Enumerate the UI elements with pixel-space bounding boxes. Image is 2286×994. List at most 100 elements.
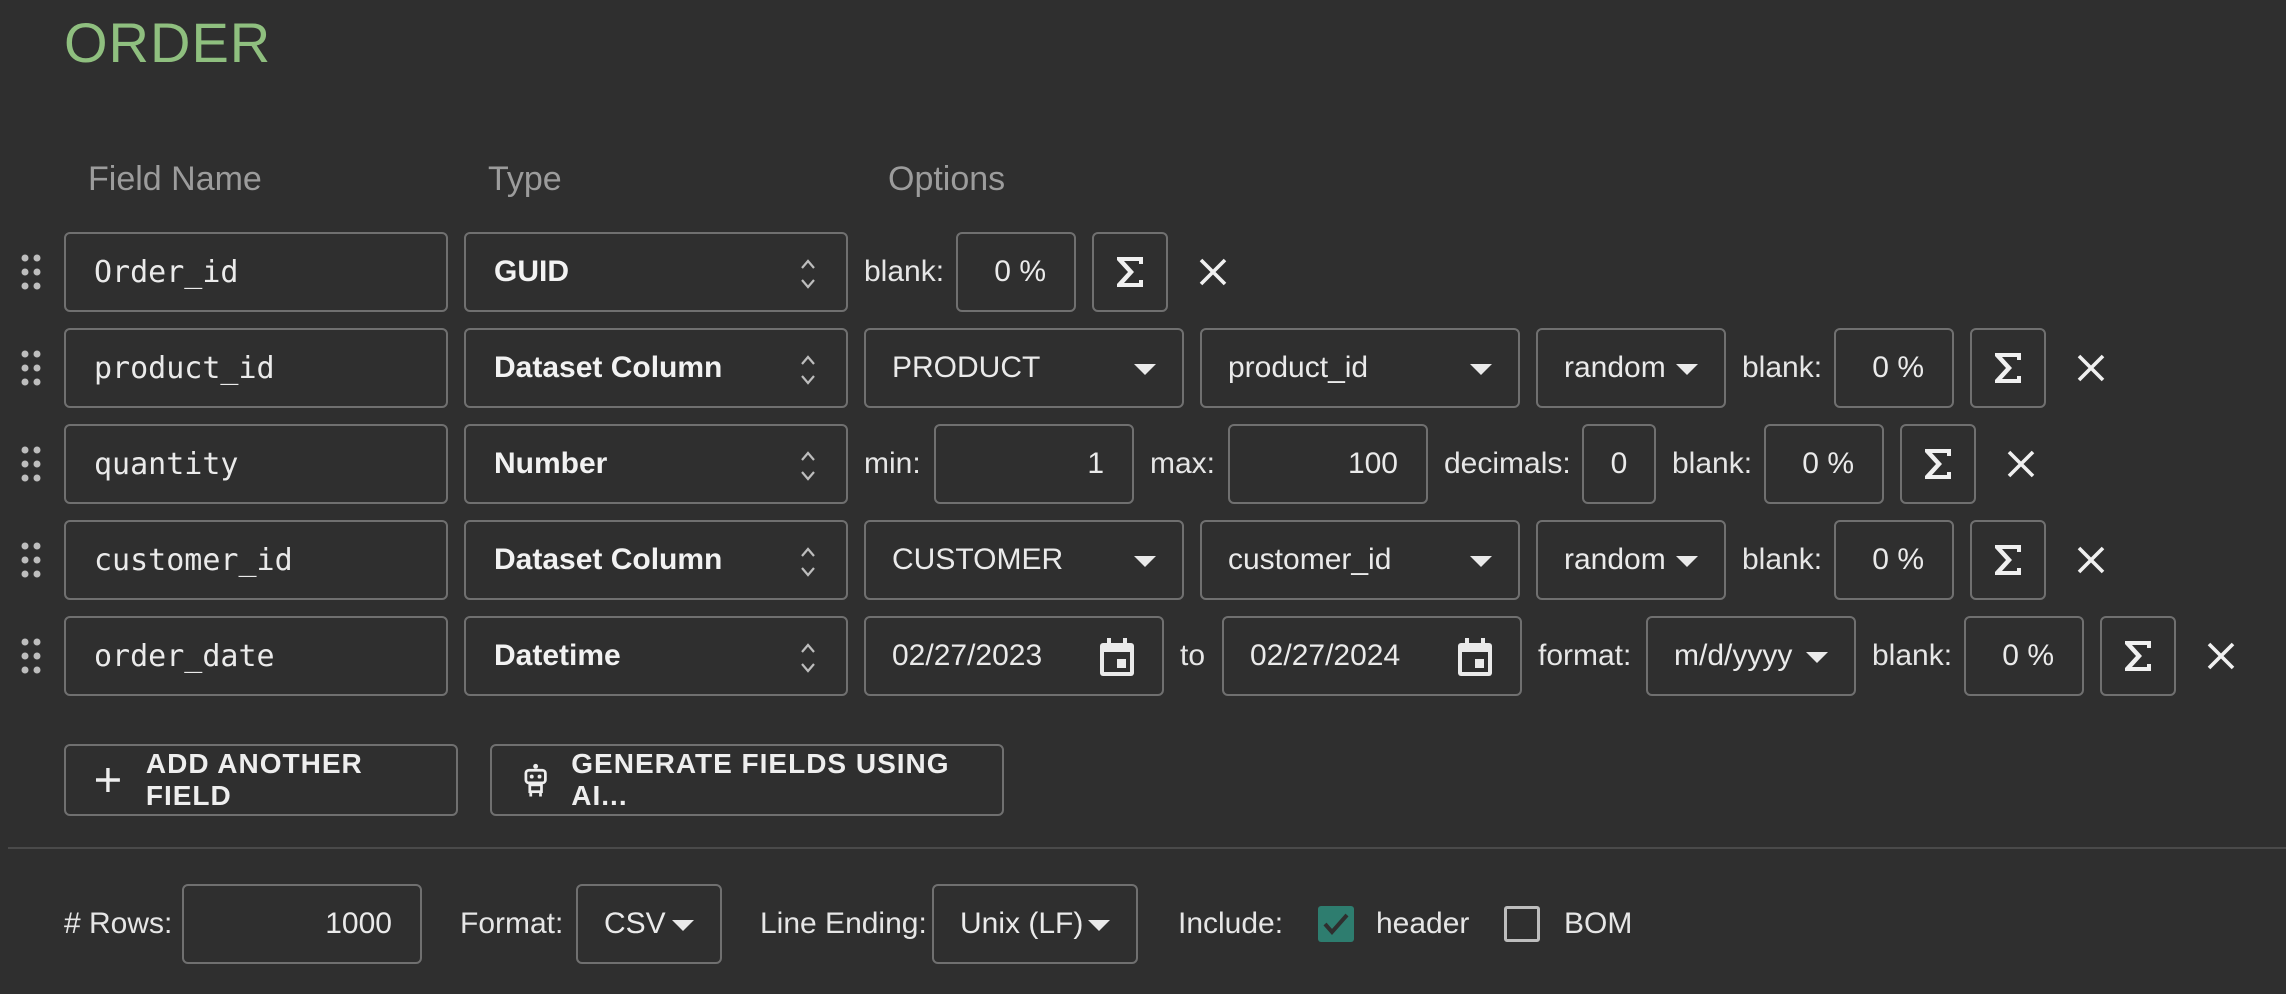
drag-handle-icon[interactable] [18,540,44,580]
max-label: max: [1150,447,1216,480]
remove-field-button[interactable] [2196,631,2246,681]
field-name-value: order_date [94,638,275,674]
caret-down-icon [672,920,694,931]
blank-value: 0 % [2002,639,2054,672]
plus-icon [95,768,120,792]
date-from-input[interactable]: 02/27/2023 [864,616,1164,696]
blank-input[interactable]: 0 % [1834,328,1954,408]
blank-label: blank: [1672,447,1753,480]
rows-value: 1000 [325,907,392,940]
format-select[interactable]: CSV [576,884,722,964]
type-value: Dataset Column [494,351,723,384]
field-name-input[interactable]: product_id [64,328,448,408]
blank-label: blank: [1742,351,1823,384]
page-title: ORDER [64,11,272,74]
type-select[interactable]: Datetime [464,616,848,696]
rows-label: # Rows: [64,907,173,940]
field-name-input[interactable]: order_date [64,616,448,696]
column-select[interactable]: product_id [1200,328,1520,408]
bom-checkbox[interactable] [1504,906,1540,942]
format-label: Format: [460,907,564,940]
sigma-button[interactable] [1970,520,2046,600]
remove-field-button[interactable] [2066,535,2116,585]
remove-field-button[interactable] [1188,247,1238,297]
type-value: Datetime [494,639,621,672]
sigma-button[interactable] [1900,424,1976,504]
drag-handle-icon[interactable] [18,348,44,388]
decimals-value: 0 [1610,447,1628,480]
close-icon [2077,354,2105,382]
close-icon [2007,450,2035,478]
header-checkbox[interactable] [1318,906,1354,942]
caret-down-icon [1470,364,1492,375]
blank-input[interactable]: 0 % [1964,616,2084,696]
max-input[interactable]: 100 [1228,424,1428,504]
sigma-button[interactable] [1092,232,1168,312]
field-name-input[interactable]: customer_id [64,520,448,600]
date-format-select[interactable]: m/d/yyyy [1646,616,1856,696]
line-ending-select[interactable]: Unix (LF) [932,884,1138,964]
dataset-select[interactable]: PRODUCT [864,328,1184,408]
close-icon [2207,642,2235,670]
max-value: 100 [1347,447,1398,480]
drag-handle-icon[interactable] [18,252,44,292]
dataset-select[interactable]: CUSTOMER [864,520,1184,600]
remove-field-button[interactable] [2066,343,2116,393]
mode-select[interactable]: random [1536,328,1726,408]
min-value: 1 [1087,447,1104,480]
mode-value: random [1564,543,1666,576]
bom-checkbox-label: BOM [1564,907,1633,940]
robot-icon [524,763,547,797]
blank-input[interactable]: 0 % [956,232,1076,312]
column-value: product_id [1228,351,1369,384]
type-select[interactable]: Dataset Column [464,520,848,600]
rows-input[interactable]: 1000 [182,884,422,964]
drag-handle-icon[interactable] [18,636,44,676]
updown-icon [801,355,815,385]
caret-down-icon [1134,364,1156,375]
field-name-input[interactable]: quantity [64,424,448,504]
type-value: GUID [494,255,569,288]
type-select[interactable]: Number [464,424,848,504]
sigma-icon [1995,353,2021,383]
blank-value: 0 % [1872,543,1924,576]
field-name-value: quantity [94,446,239,482]
header-checkbox-label: header [1376,907,1470,940]
type-value: Dataset Column [494,543,723,576]
type-select[interactable]: GUID [464,232,848,312]
calendar-icon[interactable] [1098,636,1136,678]
add-field-label: ADD ANOTHER FIELD [145,748,363,811]
blank-input[interactable]: 0 % [1764,424,1884,504]
decimals-input[interactable]: 0 [1582,424,1656,504]
blank-label: blank: [1872,639,1953,672]
close-icon [2077,546,2105,574]
blank-label: blank: [1742,543,1823,576]
caret-down-icon [1676,364,1698,375]
header-type: Type [488,160,562,198]
sigma-button[interactable] [2100,616,2176,696]
blank-input[interactable]: 0 % [1834,520,1954,600]
generate-ai-label: GENERATE FIELDS USING AI... [571,748,950,811]
date-to-input[interactable]: 02/27/2024 [1222,616,1522,696]
min-input[interactable]: 1 [934,424,1134,504]
check-icon [1323,913,1349,936]
sigma-icon [2125,641,2151,671]
generate-ai-button[interactable]: GENERATE FIELDS USING AI... [490,744,1004,816]
column-value: customer_id [1228,543,1392,576]
column-select[interactable]: customer_id [1200,520,1520,600]
drag-handle-icon[interactable] [18,444,44,484]
sigma-button[interactable] [1970,328,2046,408]
type-select[interactable]: Dataset Column [464,328,848,408]
mode-select[interactable]: random [1536,520,1726,600]
updown-icon [801,259,815,289]
add-field-button[interactable]: ADD ANOTHER FIELD [64,744,458,816]
mode-value: random [1564,351,1666,384]
caret-down-icon [1088,920,1110,931]
to-label: to [1180,639,1206,672]
field-name-input[interactable]: Order_id [64,232,448,312]
calendar-icon[interactable] [1456,636,1494,678]
sigma-icon [1925,449,1951,479]
blank-label: blank: [864,255,945,288]
remove-field-button[interactable] [1996,439,2046,489]
date-from-value: 02/27/2023 [892,639,1043,672]
